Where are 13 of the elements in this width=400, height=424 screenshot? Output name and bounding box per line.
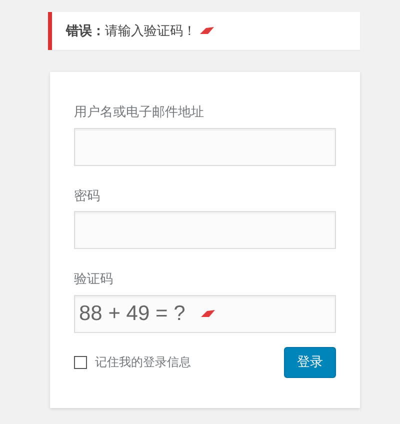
input-field[interactable] (74, 211, 336, 249)
input-field[interactable] (74, 128, 336, 166)
captcha-input[interactable]: 88 + 49 = ? (79, 298, 197, 330)
login-button[interactable]: 登录 (284, 346, 336, 378)
field-label: 用户名或电子邮件地址 (74, 103, 205, 121)
error-message: 错误：请输入验证码！ (66, 22, 196, 40)
remember-checkbox[interactable] (74, 356, 87, 368)
remember-label: 记住我的登录信息 (95, 354, 191, 371)
field-label: 密码 (74, 186, 101, 204)
pointer-icon (201, 310, 215, 318)
captcha-field[interactable]: 88 + 49 = ? (74, 294, 336, 332)
field-label: 验证码 (74, 270, 114, 288)
pointer-icon (200, 27, 214, 35)
